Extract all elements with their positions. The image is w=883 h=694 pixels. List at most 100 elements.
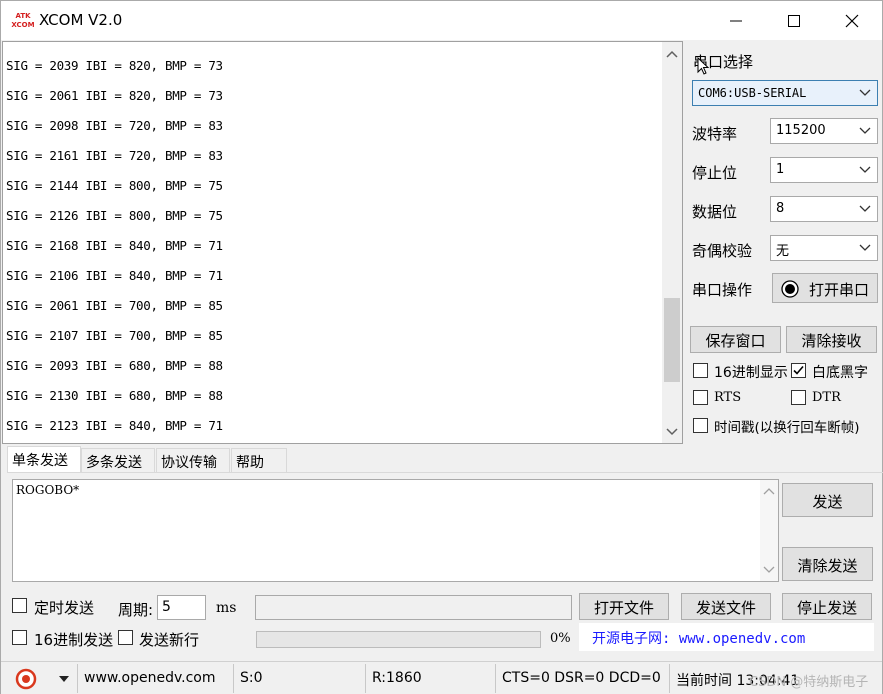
tab-help[interactable]: 帮助 (231, 448, 287, 472)
period-input[interactable]: 5 (157, 595, 206, 620)
svg-text:ATK: ATK (15, 12, 31, 20)
tab-protocol[interactable]: 协议传输 (156, 448, 230, 472)
period-value: 5 (162, 599, 171, 615)
file-path-input[interactable] (255, 595, 572, 620)
open-file-button[interactable]: 打开文件 (579, 593, 669, 620)
dtr-checkbox[interactable] (791, 390, 806, 405)
chevron-down-icon (859, 89, 871, 96)
open-port-button[interactable]: 打开串口 (772, 273, 878, 303)
minimize-button[interactable] (707, 1, 765, 40)
xcom-logo-icon: ATK XCOM (11, 10, 35, 30)
minimize-icon (730, 20, 742, 22)
baud-select-value: 115200 (776, 123, 826, 138)
status-logo-icon[interactable] (15, 668, 37, 690)
stop-bits-select[interactable]: 1 (770, 157, 878, 183)
receive-line: SIG = 2039 IBI = 820, BMP = 73 (6, 58, 223, 73)
data-bits-label: 数据位 (692, 203, 738, 221)
timed-send-label: 定时发送 (34, 599, 95, 617)
clear-send-button[interactable]: 清除发送 (782, 547, 873, 581)
baud-select[interactable]: 115200 (770, 118, 878, 144)
tab-multi-send-label: 多条发送 (86, 455, 142, 471)
status-lines: CTS=0 DSR=0 DCD=0 (495, 664, 667, 693)
close-button[interactable] (823, 1, 881, 40)
scroll-thumb[interactable] (664, 298, 680, 382)
port-select[interactable]: COM6:USB-SERIAL (692, 80, 878, 106)
hex-display-checkbox[interactable] (693, 363, 708, 378)
stop-send-button[interactable]: 停止发送 (782, 593, 872, 620)
receive-line: SIG = 2061 IBI = 820, BMP = 73 (6, 88, 223, 103)
port-status-icon (781, 280, 799, 298)
receive-text-area[interactable]: SIG = 2039 IBI = 820, BMP = 73 SIG = 2061… (2, 41, 683, 444)
data-bits-select[interactable]: 8 (770, 196, 878, 222)
dropdown-arrow-icon[interactable] (59, 676, 69, 682)
send-progress-bar (256, 631, 541, 648)
timed-send-checkbox[interactable] (12, 598, 27, 613)
scroll-down-icon[interactable] (666, 427, 678, 437)
chevron-down-icon (859, 205, 871, 212)
timestamp-checkbox[interactable] (693, 418, 708, 433)
save-window-label: 保存窗口 (705, 332, 766, 350)
receive-line: SIG = 2106 IBI = 840, BMP = 71 (6, 268, 223, 283)
open-port-label: 打开串口 (809, 281, 870, 299)
save-window-button[interactable]: 保存窗口 (690, 326, 781, 353)
receive-line: SIG = 2130 IBI = 680, BMP = 88 (6, 388, 223, 403)
timestamp-label: 时间戳(以换行回车断帧) (714, 420, 860, 436)
baud-label: 波特率 (692, 125, 738, 143)
tab-multi-send[interactable]: 多条发送 (81, 448, 155, 472)
parity-label: 奇偶校验 (692, 242, 753, 260)
clear-receive-button[interactable]: 清除接收 (786, 326, 877, 353)
send-button[interactable]: 发送 (782, 483, 873, 517)
period-label: 周期: (118, 601, 154, 619)
mouse-cursor-icon (697, 57, 709, 75)
status-received: R:1860 (365, 664, 495, 693)
scroll-down-icon[interactable] (763, 566, 775, 574)
send-newline-checkbox[interactable] (118, 630, 133, 645)
send-file-button[interactable]: 发送文件 (681, 593, 771, 620)
send-newline-label: 发送新行 (139, 631, 200, 649)
svg-text:XCOM: XCOM (11, 21, 34, 29)
site-link-box[interactable]: 开源电子网: www.openedv.com (579, 623, 874, 651)
stop-bits-label: 停止位 (692, 164, 738, 182)
receive-line: SIG = 2098 IBI = 720, BMP = 83 (6, 118, 223, 133)
chevron-down-icon (859, 127, 871, 134)
receive-scrollbar[interactable] (662, 42, 682, 443)
receive-line: SIG = 2107 IBI = 700, BMP = 85 (6, 328, 223, 343)
window-title: XCOM V2.0 (39, 11, 123, 29)
tab-single-send-label: 单条发送 (12, 453, 68, 469)
port-operation-label: 串口操作 (692, 281, 753, 299)
maximize-icon (788, 15, 800, 27)
parity-select[interactable]: 无 (770, 235, 878, 261)
period-unit: ms (216, 600, 237, 616)
hex-send-checkbox[interactable] (12, 630, 27, 645)
receive-line: SIG = 2093 IBI = 680, BMP = 88 (6, 358, 223, 373)
send-text-area[interactable]: ROGOBO* (12, 479, 779, 582)
parity-value: 无 (776, 244, 790, 259)
title-bar[interactable]: ATK XCOM XCOM V2.0 (1, 1, 882, 40)
tab-protocol-label: 协议传输 (161, 455, 217, 471)
receive-line: SIG = 2123 IBI = 840, BMP = 71 (6, 418, 223, 433)
close-icon (845, 14, 859, 28)
app-window: ATK XCOM XCOM V2.0 SIG = 2039 IBI = 820,… (0, 0, 883, 694)
scroll-up-icon[interactable] (763, 487, 775, 495)
tab-help-label: 帮助 (236, 455, 264, 471)
data-bits-value: 8 (776, 201, 785, 216)
send-text: ROGOBO* (16, 483, 80, 497)
receive-line: SIG = 2126 IBI = 800, BMP = 75 (6, 208, 223, 223)
chevron-down-icon (859, 166, 871, 173)
receive-line: SIG = 2061 IBI = 700, BMP = 85 (6, 298, 223, 313)
scroll-up-icon[interactable] (666, 49, 678, 59)
send-scrollbar[interactable] (760, 480, 778, 581)
status-lines-text: CTS=0 DSR=0 DCD=0 (502, 670, 661, 686)
rts-checkbox[interactable] (693, 390, 708, 405)
watermark: CSDN @特纳斯电子 (749, 675, 869, 690)
status-sent: S:0 (233, 664, 363, 693)
receive-line: SIG = 2168 IBI = 840, BMP = 71 (6, 238, 223, 253)
hex-send-label: 16进制发送 (34, 631, 114, 649)
status-url[interactable]: www.openedv.com (77, 664, 231, 693)
tab-single-send[interactable]: 单条发送 (7, 446, 81, 473)
send-file-label: 发送文件 (695, 599, 756, 617)
maximize-button[interactable] (765, 1, 823, 40)
progress-percent: 0% (550, 631, 571, 646)
site-link[interactable]: 开源电子网: www.openedv.com (592, 628, 805, 648)
white-bg-black-text-checkbox[interactable] (791, 363, 806, 378)
